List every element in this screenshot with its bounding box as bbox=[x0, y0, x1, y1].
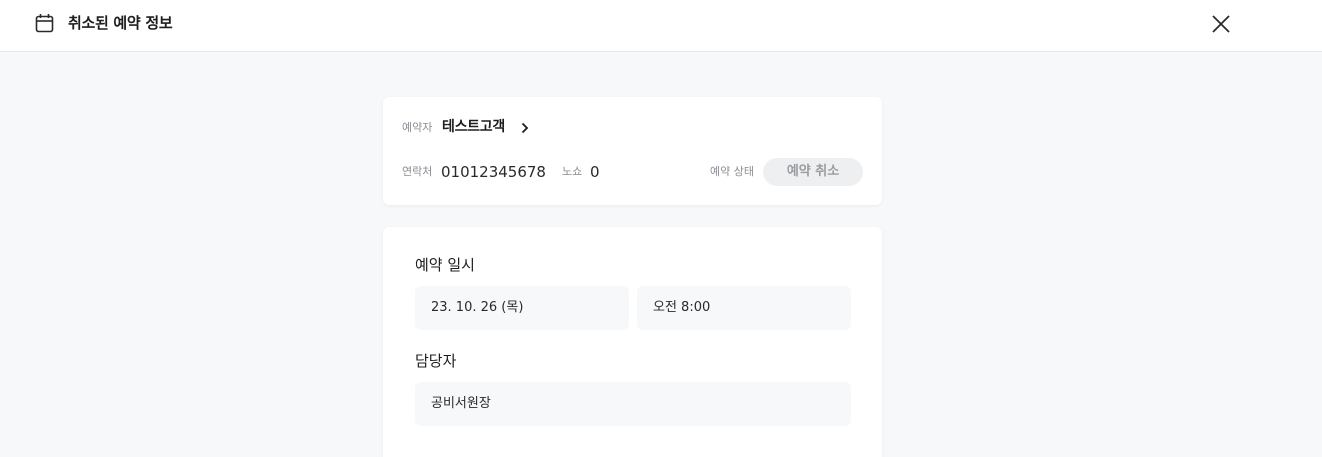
reservation-summary-card: 예약자 테스트고객 연락처 01012345678 노쇼 0 예약 상태 예약 … bbox=[383, 97, 882, 205]
date-field[interactable]: 23. 10. 26 (목) bbox=[415, 286, 629, 330]
contact-value: 01012345678 bbox=[441, 163, 546, 181]
status-label: 예약 상태 bbox=[710, 165, 754, 178]
noshow-label: 노쇼 bbox=[562, 165, 583, 178]
staff-section-title: 담당자 bbox=[415, 352, 457, 370]
header-bar: 취소된 예약 정보 bbox=[0, 0, 1322, 52]
status-badge: 예약 취소 bbox=[763, 158, 863, 186]
staff-field[interactable]: 공비서원장 bbox=[415, 382, 851, 426]
reservation-details-card: 예약 일시 23. 10. 26 (목) 오전 8:00 담당자 공비서원장 bbox=[383, 227, 882, 457]
time-field[interactable]: 오전 8:00 bbox=[637, 286, 851, 330]
calendar-icon bbox=[35, 14, 54, 33]
noshow-count: 0 bbox=[590, 163, 600, 181]
chevron-right-icon[interactable] bbox=[521, 122, 529, 134]
booker-label: 예약자 bbox=[402, 121, 433, 134]
page-title: 취소된 예약 정보 bbox=[68, 14, 173, 32]
customer-name-link[interactable]: 테스트고객 bbox=[442, 117, 505, 137]
close-icon[interactable] bbox=[1208, 11, 1234, 37]
contact-label: 연락처 bbox=[402, 165, 433, 178]
datetime-section-title: 예약 일시 bbox=[415, 256, 475, 274]
